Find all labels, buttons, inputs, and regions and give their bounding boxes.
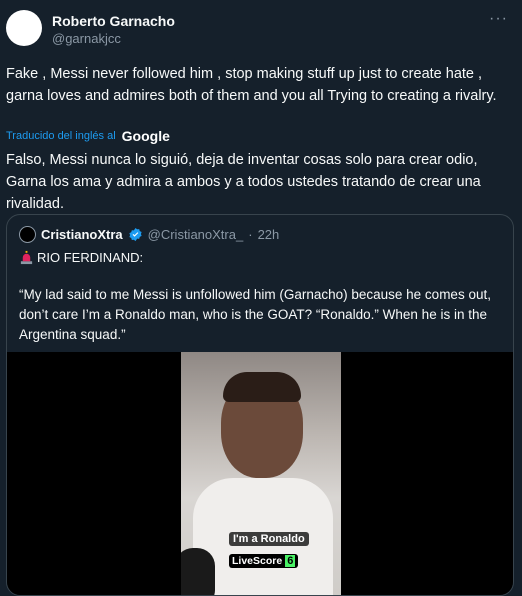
quote-author-name[interactable]: CristianoXtra xyxy=(41,227,123,242)
quote-headline-text: RIO FERDINAND: xyxy=(37,250,144,265)
author-avatar[interactable] xyxy=(6,10,42,46)
quote-headline: RIO FERDINAND: xyxy=(19,250,143,265)
video-frame: I'm a Ronaldo LiveScore 6 xyxy=(181,352,341,595)
verified-badge-icon xyxy=(128,227,143,242)
translated-text: Falso, Messi nunca lo siguió, deja de in… xyxy=(6,152,481,212)
quote-author-handle[interactable]: @CristianoXtra_ xyxy=(148,227,244,242)
microphone xyxy=(181,548,215,595)
translated-by-label: Traducido del inglés al xyxy=(6,130,116,142)
translation-attribution: Traducido del inglés al Google xyxy=(6,128,170,144)
video-player[interactable]: I'm a Ronaldo LiveScore 6 xyxy=(7,352,513,595)
more-options-icon[interactable]: ··· xyxy=(489,10,508,28)
author-name[interactable]: Roberto Garnacho xyxy=(52,13,175,29)
tweet-text: Fake , Messi never followed him , stop m… xyxy=(6,66,497,104)
video-subtitle: I'm a Ronaldo xyxy=(229,532,309,546)
livescore-badge: 6 xyxy=(285,555,296,567)
google-logo: Google xyxy=(121,128,170,144)
quoted-tweet[interactable]: CristianoXtra @CristianoXtra_ · 22h RIO … xyxy=(6,214,514,596)
quote-timestamp[interactable]: 22h xyxy=(258,227,280,242)
livescore-logo: LiveScore 6 xyxy=(229,554,299,568)
siren-icon xyxy=(19,250,34,265)
livescore-brand: LiveScore xyxy=(232,555,283,567)
quote-header: CristianoXtra @CristianoXtra_ · 22h xyxy=(19,226,279,243)
separator-dot: · xyxy=(248,227,253,242)
quote-avatar[interactable] xyxy=(19,226,36,243)
quote-body: “My lad said to me Messi is unfollowed h… xyxy=(19,287,491,342)
author-handle[interactable]: @garnakjcc xyxy=(52,31,121,46)
person-hair xyxy=(223,372,301,402)
